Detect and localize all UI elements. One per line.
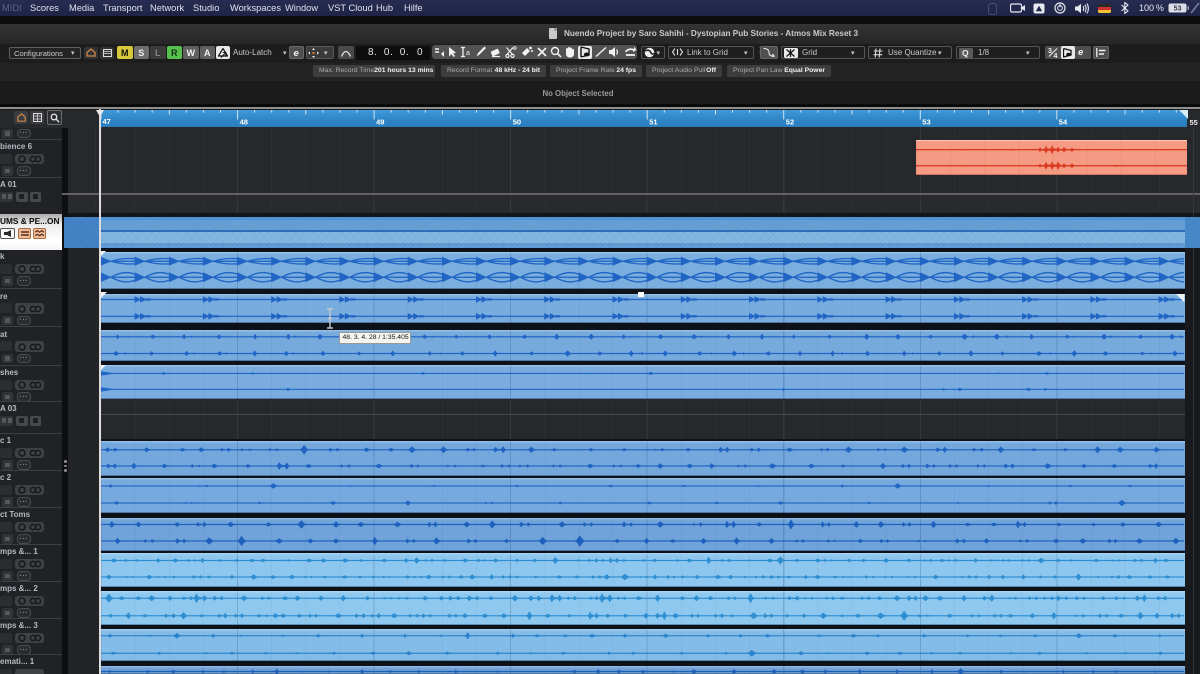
svg-text:48: 48 bbox=[240, 118, 248, 127]
svg-text:a: a bbox=[466, 50, 470, 57]
svg-text:49: 49 bbox=[376, 118, 384, 127]
svg-text:53: 53 bbox=[922, 118, 930, 127]
svg-text:52: 52 bbox=[786, 118, 794, 127]
svg-text:54: 54 bbox=[1059, 118, 1068, 127]
svg-text:50: 50 bbox=[513, 118, 521, 127]
svg-text:51: 51 bbox=[649, 118, 657, 127]
svg-text:4: 4 bbox=[1054, 53, 1058, 58]
svg-text:53: 53 bbox=[1174, 6, 1182, 13]
